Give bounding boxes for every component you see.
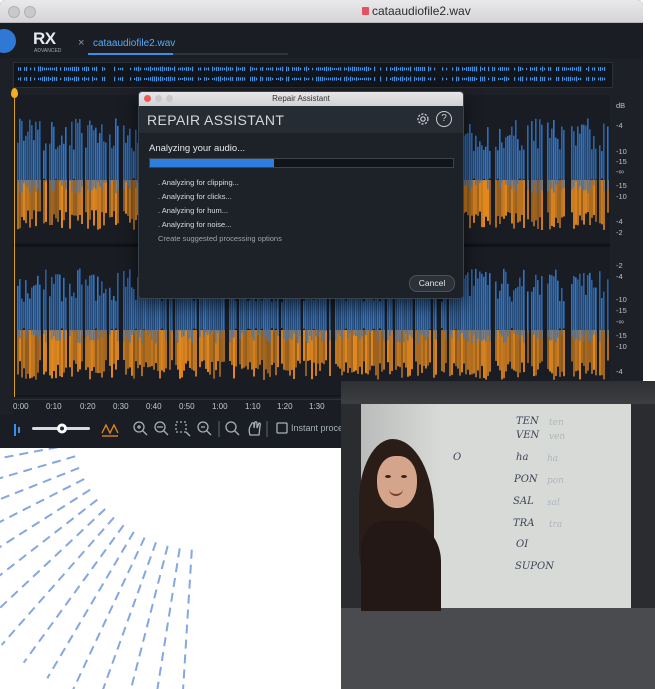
help-icon[interactable]: ?	[436, 111, 452, 127]
tab-close-icon[interactable]: ×	[78, 37, 84, 49]
time-tick: 0:20	[80, 402, 96, 411]
whiteboard-faint-word: ven	[549, 432, 566, 442]
instant-process-label: Instant proce	[291, 423, 344, 433]
zoom-selection-icon[interactable]	[175, 421, 191, 437]
whiteboard-word: SAL	[513, 496, 534, 507]
zoom-in-icon[interactable]	[133, 421, 148, 436]
ruler-label: -15	[616, 306, 627, 315]
cancel-button[interactable]: Cancel	[409, 275, 455, 292]
analysis-step: . Analyzing for hum...	[158, 206, 229, 215]
time-tick: 0:00	[13, 402, 29, 411]
time-tick: 0:10	[46, 402, 62, 411]
time-tick: 0:30	[113, 402, 129, 411]
time-tick: 1:30	[309, 402, 325, 411]
presenter-body	[361, 521, 441, 611]
ruler-label: -10	[616, 192, 627, 201]
ruler-label: -4	[616, 121, 623, 130]
dialog-body: Analyzing your audio... . Analyzing for …	[139, 133, 463, 298]
whiteboard-faint-word: ha	[547, 454, 559, 464]
analysis-step: . Analyzing for noise...	[158, 220, 232, 229]
time-tick: 0:40	[146, 402, 162, 411]
gear-icon[interactable]	[415, 111, 431, 127]
overview-waveform	[18, 66, 606, 82]
waveform-overview[interactable]	[13, 62, 613, 88]
hand-tool-icon[interactable]	[248, 421, 261, 436]
whiteboard-word: OI	[516, 539, 529, 550]
zoom-out-icon[interactable]	[154, 421, 169, 436]
ruler-label: -2	[616, 228, 623, 237]
whiteboard-faint-word: pon	[547, 476, 564, 486]
playhead-line	[14, 97, 15, 397]
ruler-label: -4	[616, 367, 623, 376]
whiteboard-word: ha	[516, 452, 529, 463]
whiteboard-word: TRA	[513, 518, 535, 529]
ruler-label: -15	[616, 181, 627, 190]
db-ruler: dB -4 -10 -15 -∞ -15 -10 -4 -2 -2 -4 -10…	[612, 95, 643, 397]
whiteboard-faint-word: tra	[549, 520, 563, 530]
close-window-button[interactable]	[8, 6, 20, 18]
rx-logo-text: RX	[33, 29, 56, 48]
ruler-label: -10	[616, 342, 627, 351]
zoom-fit-icon[interactable]	[197, 421, 212, 436]
dialog-header: REPAIR ASSISTANT ?	[139, 106, 463, 133]
analysis-step: . Analyzing for clicks...	[158, 192, 232, 201]
repair-assistant-dialog: Repair Assistant REPAIR ASSISTANT ? Anal…	[138, 91, 464, 299]
ruler-label: -10	[616, 295, 627, 304]
dialog-titlebar: Repair Assistant	[139, 92, 463, 106]
presenter-face	[377, 456, 417, 508]
ruler-label: -∞	[616, 317, 624, 326]
time-tick: 1:00	[212, 402, 228, 411]
opacity-slider[interactable]	[32, 423, 90, 434]
analysis-step: . Analyzing for clipping...	[158, 178, 239, 187]
whiteboard-faint-word: sal	[547, 498, 560, 508]
tab-active-indicator	[88, 53, 173, 55]
whiteboard-word: SUPON	[515, 561, 554, 572]
ruler-label: dB	[616, 101, 626, 110]
time-tick: 1:10	[245, 402, 261, 411]
presenter-eye	[385, 475, 391, 478]
whiteboard-word: PON	[514, 474, 538, 485]
time-tick: 0:50	[179, 402, 195, 411]
presenter-eye	[401, 475, 407, 478]
ruler-label: -∞	[616, 167, 624, 176]
whiteboard-faint-word: ten	[549, 418, 564, 428]
ruler-label: -4	[616, 217, 623, 226]
spectrogram-view-icon[interactable]	[101, 423, 119, 437]
document-icon	[362, 7, 369, 15]
window-titlebar: cataaudiofile2.wav	[0, 0, 643, 23]
izotope-logo-icon	[0, 29, 16, 53]
dialog-heading: REPAIR ASSISTANT	[147, 112, 285, 128]
rx-logo-subtitle: ADVANCED	[34, 48, 62, 54]
ruler-label: -10	[616, 147, 627, 156]
ruler-label: -2	[616, 261, 623, 270]
window-title: cataaudiofile2.wav	[372, 4, 471, 18]
ruler-label: -15	[616, 157, 627, 166]
whiteboard-side-word: O	[453, 452, 462, 463]
ruler-label: -4	[616, 272, 623, 281]
whiteboard-word: TEN	[516, 416, 539, 427]
analysis-step: Create suggested processing options	[158, 234, 282, 243]
magnify-icon[interactable]	[225, 421, 240, 436]
analysis-status: Analyzing your audio...	[149, 143, 246, 154]
tab-bar: RX ADVANCED × cataaudiofile2.wav	[0, 23, 643, 58]
progress-fill	[150, 159, 275, 167]
whiteboard-word: VEN	[516, 430, 540, 441]
dialog-window-title: Repair Assistant	[272, 94, 330, 103]
minimize-window-button[interactable]	[24, 6, 36, 18]
webcam-video-overlay: O TEN VEN ha PON SAL TRA OI SUPON ten ve…	[341, 381, 655, 689]
file-tab[interactable]: cataaudiofile2.wav	[93, 38, 175, 49]
time-tick: 1:20	[277, 402, 293, 411]
video-bottom-edge	[341, 608, 655, 689]
waveform-view-icon[interactable]	[14, 424, 20, 436]
instant-process-checkbox[interactable]	[276, 422, 288, 434]
ruler-label: -15	[616, 331, 627, 340]
analysis-progress-bar	[149, 158, 454, 168]
video-top-edge	[341, 381, 655, 404]
